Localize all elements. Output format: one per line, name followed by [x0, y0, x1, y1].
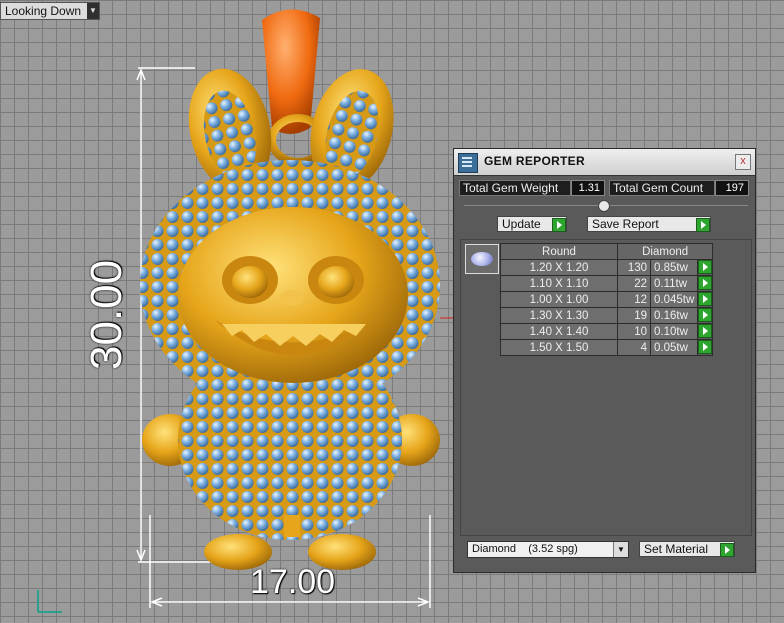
material-dropdown[interactable]: Diamond (3.52 spg) ▼ — [467, 541, 629, 558]
panel-title-bar[interactable]: GEM REPORTER x — [454, 149, 755, 176]
table-row: 1.00 X 1.00 12 0.045tw — [500, 291, 714, 308]
play-icon — [698, 340, 713, 354]
play-icon — [698, 292, 713, 306]
play-icon — [552, 218, 566, 232]
gem-count: 4 — [617, 339, 651, 356]
table-row: 1.50 X 1.50 4 0.05tw — [500, 339, 714, 356]
header-shape: Round — [500, 243, 618, 260]
gem-count: 10 — [617, 323, 651, 340]
row-select-button[interactable] — [697, 339, 714, 356]
gem-size: 1.40 X 1.40 — [500, 323, 618, 340]
play-icon — [720, 543, 734, 557]
material-dropdown-value: Diamond (3.52 spg) — [472, 543, 578, 555]
play-icon — [698, 260, 713, 274]
gem-count: 22 — [617, 275, 651, 292]
table-row: 1.20 X 1.20 130 0.85tw — [500, 259, 714, 276]
panel-title: GEM REPORTER — [484, 154, 585, 168]
table-row: 1.40 X 1.40 10 0.10tw — [500, 323, 714, 340]
table-row: 1.30 X 1.30 19 0.16tw — [500, 307, 714, 324]
total-gem-count-label: Total Gem Count — [609, 180, 715, 196]
play-icon — [698, 308, 713, 322]
gem-size: 1.50 X 1.50 — [500, 339, 618, 356]
gem-count: 19 — [617, 307, 651, 324]
total-gem-weight-label: Total Gem Weight — [459, 180, 571, 196]
play-icon — [696, 218, 710, 232]
save-report-button-label: Save Report — [592, 217, 659, 231]
gem-weight: 0.85tw — [649, 259, 699, 276]
gem-weight: 0.10tw — [649, 323, 699, 340]
height-dimension-label: 30.00 — [82, 259, 131, 370]
width-dimension-label: 17.00 — [250, 563, 336, 601]
gem-size: 1.20 X 1.20 — [500, 259, 618, 276]
divider-slider-handle[interactable] — [598, 200, 610, 212]
update-button[interactable]: Update — [497, 216, 567, 232]
axis-indicator — [37, 590, 62, 613]
round-diamond-icon[interactable] — [465, 244, 499, 274]
total-gem-count-value: 197 — [715, 180, 749, 196]
update-button-label: Update — [502, 217, 541, 231]
gem-size: 1.10 X 1.10 — [500, 275, 618, 292]
row-select-button[interactable] — [697, 323, 714, 340]
gem-weight: 0.11tw — [649, 275, 699, 292]
row-select-button[interactable] — [697, 259, 714, 276]
set-material-button[interactable]: Set Material — [639, 541, 735, 557]
set-material-button-label: Set Material — [644, 542, 709, 556]
pendant-model — [140, 9, 440, 570]
row-select-button[interactable] — [697, 275, 714, 292]
gem-weight: 0.045tw — [649, 291, 699, 308]
gem-weight: 0.16tw — [649, 307, 699, 324]
row-select-button[interactable] — [697, 291, 714, 308]
table-row: 1.10 X 1.10 22 0.11tw — [500, 275, 714, 292]
close-icon[interactable]: x — [735, 154, 751, 170]
play-icon — [698, 276, 713, 290]
gem-size: 1.00 X 1.00 — [500, 291, 618, 308]
play-icon — [698, 324, 713, 338]
gem-count: 12 — [617, 291, 651, 308]
gem-table: Round Diamond 1.20 X 1.20 130 0.85tw 1.1… — [500, 243, 714, 356]
gem-size: 1.30 X 1.30 — [500, 307, 618, 324]
gem-reporter-panel: GEM REPORTER x Total Gem Weight 1.31 Tot… — [453, 148, 756, 573]
gem-weight: 0.05tw — [649, 339, 699, 356]
total-gem-weight-value: 1.31 — [571, 180, 605, 196]
gem-reporter-icon — [458, 153, 478, 173]
row-select-button[interactable] — [697, 307, 714, 324]
save-report-button[interactable]: Save Report — [587, 216, 711, 232]
header-material: Diamond — [616, 243, 714, 260]
gem-count: 130 — [617, 259, 651, 276]
chevron-down-icon[interactable]: ▼ — [613, 542, 628, 557]
